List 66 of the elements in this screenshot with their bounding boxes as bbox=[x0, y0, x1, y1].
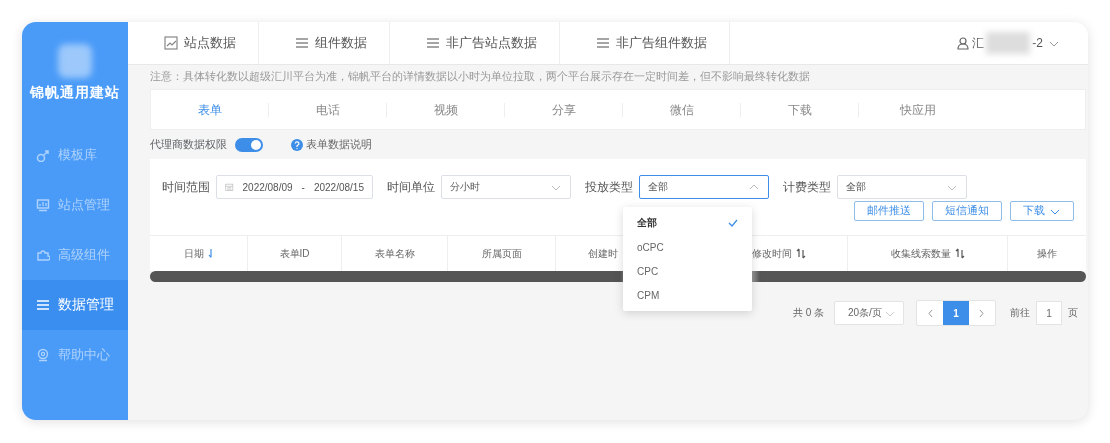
list-icon bbox=[295, 36, 309, 50]
help-icon bbox=[291, 138, 303, 151]
user-name[interactable]: 汇 bbox=[972, 34, 985, 52]
dropdown-option[interactable]: oCPC bbox=[623, 235, 752, 259]
chevron-right-icon bbox=[978, 307, 986, 319]
select-field[interactable]: 全部 bbox=[837, 175, 967, 199]
sort-arrow-icon bbox=[207, 248, 214, 259]
filter-label: 投放类型 bbox=[585, 179, 633, 195]
chevron-left-icon bbox=[926, 307, 934, 319]
page-input[interactable]: 1 bbox=[1036, 301, 1062, 325]
user-name[interactable]: -2 bbox=[1032, 36, 1043, 50]
blurred-patch bbox=[986, 32, 1031, 54]
calendar-icon bbox=[225, 181, 234, 193]
total-count: 共 0 条 bbox=[792, 306, 824, 320]
monitor-icon bbox=[36, 198, 50, 212]
type-tab[interactable]: 快应用 bbox=[859, 102, 976, 117]
date-range-field[interactable]: 2022/08/09 - 2022/08/15 bbox=[216, 175, 373, 199]
top-tab[interactable]: 非广告组件数据 bbox=[560, 22, 730, 64]
puzzle-icon bbox=[36, 248, 50, 262]
column-header: 表单ID bbox=[279, 246, 310, 261]
column-header: 修改时间 bbox=[752, 246, 792, 261]
goto-label: 前往 bbox=[1010, 306, 1030, 320]
dropdown-option[interactable]: CPM bbox=[623, 283, 752, 307]
type-tab[interactable]: 表单 bbox=[151, 102, 269, 117]
column-header: 创建时 bbox=[588, 246, 618, 261]
top-tab[interactable]: 组件数据 bbox=[259, 22, 390, 64]
page-size-select[interactable]: 20条/页 bbox=[834, 301, 904, 325]
column-header: 操作 bbox=[1037, 246, 1057, 261]
chart-icon bbox=[164, 36, 178, 50]
list-icon bbox=[36, 298, 50, 312]
dropdown-option[interactable]: 全部 bbox=[623, 211, 752, 235]
column-header: 所属页面 bbox=[481, 246, 522, 261]
top-tab[interactable]: 站点数据 bbox=[128, 22, 259, 64]
type-tab[interactable]: 电话 bbox=[269, 102, 387, 117]
page-button[interactable]: 1 bbox=[943, 301, 969, 325]
sidebar-item[interactable]: 数据管理 bbox=[22, 280, 128, 330]
select-field[interactable]: 全部 bbox=[639, 175, 769, 199]
select-field[interactable]: 分小时 bbox=[441, 175, 571, 199]
action-button[interactable]: 短信通知 bbox=[932, 201, 1002, 221]
column-header: 收集线索数量 bbox=[890, 246, 951, 261]
list-icon bbox=[596, 36, 610, 50]
user-icon bbox=[956, 36, 971, 50]
list-icon bbox=[426, 36, 440, 50]
toggle-switch[interactable] bbox=[235, 137, 263, 152]
action-button[interactable]: 邮件推送 bbox=[854, 201, 924, 221]
type-tab[interactable]: 视频 bbox=[387, 102, 505, 117]
filter-label: 时间范围 bbox=[162, 179, 210, 195]
sort-icon bbox=[954, 248, 965, 259]
dropdown-option[interactable]: CPC bbox=[623, 259, 752, 283]
notice-text: 注意：具体转化数以超级汇川平台为准，锦帆平台的详情数据以小时为单位拉取，两个平台展示存在一定时间差，但不影响最终转化数据 bbox=[149, 69, 811, 84]
download-button[interactable]: 下载 bbox=[1010, 201, 1074, 221]
type-tab[interactable]: 分享 bbox=[505, 102, 623, 117]
permission-label: 代理商数据权限 bbox=[150, 137, 227, 152]
headset-icon bbox=[36, 348, 50, 362]
top-tab[interactable]: 非广告站点数据 bbox=[390, 22, 560, 64]
column-header: 表单名称 bbox=[374, 246, 415, 261]
sort-icon bbox=[796, 248, 806, 259]
column-header: 日期 bbox=[183, 246, 204, 261]
help-link[interactable]: 表单数据说明 bbox=[306, 137, 372, 152]
check-icon bbox=[728, 218, 738, 228]
filter-label: 时间单位 bbox=[387, 179, 435, 195]
type-tab[interactable]: 下载 bbox=[741, 102, 859, 117]
filter-label: 计费类型 bbox=[783, 179, 831, 195]
type-tab[interactable]: 微信 bbox=[623, 102, 741, 117]
app-title: 锦帆通用建站 bbox=[28, 84, 121, 102]
page-unit: 页 bbox=[1068, 306, 1078, 320]
